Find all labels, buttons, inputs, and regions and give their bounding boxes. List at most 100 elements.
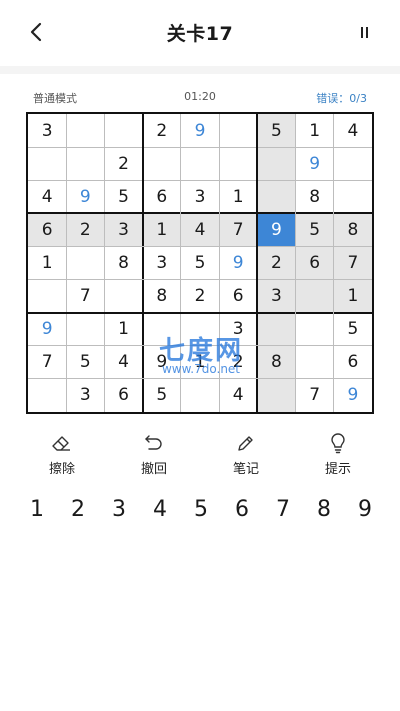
sudoku-cell-r7c8[interactable] — [296, 313, 334, 346]
number-button-4[interactable]: 4 — [140, 492, 180, 526]
sudoku-cell-r7c2[interactable] — [66, 313, 104, 346]
sudoku-cell-r7c7[interactable] — [257, 312, 296, 346]
sudoku-cell-r4c6[interactable]: 7 — [219, 213, 258, 247]
sudoku-cell-r8c6[interactable]: 2 — [219, 346, 257, 379]
sudoku-cell-r3c1[interactable]: 4 — [28, 180, 66, 213]
sudoku-cell-r5c8[interactable]: 6 — [295, 246, 334, 280]
sudoku-cell-r1c8[interactable]: 1 — [296, 114, 334, 147]
sudoku-cell-r4c5[interactable]: 4 — [180, 213, 220, 247]
sudoku-cell-r9c9[interactable]: 9 — [334, 379, 372, 412]
number-button-7[interactable]: 7 — [263, 492, 303, 526]
sudoku-cell-r8c9[interactable]: 6 — [334, 346, 372, 379]
number-button-1[interactable]: 1 — [17, 492, 57, 526]
sudoku-cell-r8c2[interactable]: 5 — [66, 346, 104, 379]
sudoku-cell-r9c3[interactable]: 6 — [104, 379, 142, 412]
notes-button[interactable]: 笔记 — [216, 432, 276, 480]
sudoku-cell-r2c9[interactable] — [334, 147, 372, 180]
sudoku-cell-r2c7[interactable] — [257, 147, 296, 181]
sudoku-cell-r9c5[interactable] — [181, 379, 219, 412]
undo-button[interactable]: 撤回 — [124, 432, 184, 480]
sudoku-cell-r5c4[interactable]: 3 — [143, 246, 181, 279]
sudoku-cell-r4c3[interactable]: 3 — [104, 213, 143, 247]
sudoku-cell-r6c3[interactable] — [104, 280, 142, 313]
lightbulb-icon — [327, 432, 349, 454]
number-button-6[interactable]: 6 — [222, 492, 262, 526]
sudoku-cell-r6c8[interactable] — [295, 279, 334, 313]
sudoku-cell-r5c5[interactable]: 5 — [181, 246, 219, 279]
number-button-2[interactable]: 2 — [58, 492, 98, 526]
sudoku-cell-r6c5[interactable]: 2 — [181, 280, 219, 313]
sudoku-cell-r2c2[interactable] — [66, 147, 104, 180]
sudoku-cell-r1c6[interactable] — [219, 114, 257, 147]
erase-button[interactable]: 擦除 — [32, 432, 92, 480]
sudoku-cell-r2c5[interactable] — [181, 147, 219, 180]
sudoku-cell-r4c9[interactable]: 8 — [333, 213, 372, 247]
pause-button[interactable] — [354, 22, 374, 42]
sudoku-cell-r6c6[interactable]: 6 — [219, 280, 257, 313]
sudoku-cell-r3c3[interactable]: 5 — [104, 180, 142, 213]
sudoku-cell-r8c5[interactable]: 1 — [181, 346, 219, 379]
hint-button[interactable]: 提示 — [308, 432, 368, 480]
sudoku-cell-r4c4[interactable]: 1 — [142, 213, 181, 247]
sudoku-cell-r7c5[interactable] — [181, 313, 219, 346]
sudoku-cell-r1c4[interactable]: 2 — [143, 114, 181, 147]
number-button-5[interactable]: 5 — [181, 492, 221, 526]
top-bar: 关卡17 — [0, 0, 400, 66]
sudoku-cell-r3c5[interactable]: 3 — [181, 180, 219, 213]
sudoku-cell-r1c3[interactable] — [104, 114, 142, 147]
sudoku-cell-r3c7[interactable] — [257, 180, 296, 214]
sudoku-cell-r4c1[interactable]: 6 — [28, 213, 67, 247]
sudoku-cell-r2c6[interactable] — [219, 147, 257, 180]
sudoku-cell-r5c7[interactable]: 2 — [257, 246, 296, 280]
sudoku-cell-r3c8[interactable]: 8 — [296, 180, 334, 213]
sudoku-cell-r3c9[interactable] — [334, 180, 372, 213]
number-button-8[interactable]: 8 — [304, 492, 344, 526]
number-button-9[interactable]: 9 — [345, 492, 385, 526]
sudoku-cell-r1c7[interactable]: 5 — [257, 114, 296, 148]
grid-line-vertical — [295, 114, 297, 412]
sudoku-cell-r1c1[interactable]: 3 — [28, 114, 66, 147]
sudoku-cell-r7c9[interactable]: 5 — [334, 313, 372, 346]
sudoku-cell-r5c6[interactable]: 9 — [219, 246, 257, 279]
sudoku-cell-r2c8[interactable]: 9 — [296, 147, 334, 180]
sudoku-cell-r2c4[interactable] — [143, 147, 181, 180]
sudoku-cell-r6c4[interactable]: 8 — [143, 280, 181, 313]
sudoku-cell-r5c1[interactable]: 1 — [28, 246, 66, 279]
sudoku-cell-r8c4[interactable]: 9 — [143, 346, 181, 379]
sudoku-cell-r4c8[interactable]: 5 — [295, 213, 334, 247]
sudoku-cell-r9c4[interactable]: 5 — [143, 379, 181, 412]
sudoku-cell-r1c2[interactable] — [66, 114, 104, 147]
sudoku-cell-r7c4[interactable] — [143, 313, 181, 346]
sudoku-cell-r9c8[interactable]: 7 — [296, 379, 334, 412]
sudoku-cell-r6c1[interactable] — [28, 280, 66, 313]
sudoku-cell-r6c2[interactable]: 7 — [66, 280, 104, 313]
sudoku-cell-r8c7[interactable]: 8 — [257, 345, 296, 379]
sudoku-cell-r5c2[interactable] — [66, 246, 104, 279]
number-button-3[interactable]: 3 — [99, 492, 139, 526]
page-title: 关卡17 — [166, 23, 234, 45]
sudoku-cell-r9c2[interactable]: 3 — [66, 379, 104, 412]
sudoku-cell-r9c7[interactable] — [257, 378, 296, 412]
undo-label: 撤回 — [140, 462, 167, 477]
sudoku-cell-r3c6[interactable]: 1 — [219, 180, 257, 213]
sudoku-cell-r4c2[interactable]: 2 — [66, 213, 105, 247]
sudoku-cell-r3c4[interactable]: 6 — [143, 180, 181, 213]
sudoku-cell-r5c3[interactable]: 8 — [104, 246, 142, 279]
sudoku-cell-r3c2[interactable]: 9 — [66, 180, 104, 213]
sudoku-cell-r1c5[interactable]: 9 — [181, 114, 219, 147]
sudoku-cell-r6c9[interactable]: 1 — [333, 279, 372, 313]
sudoku-cell-r8c3[interactable]: 4 — [104, 346, 142, 379]
sudoku-cell-r8c8[interactable] — [296, 346, 334, 379]
sudoku-cell-r4c7[interactable]: 9 — [257, 213, 296, 247]
sudoku-cell-r7c1[interactable]: 9 — [28, 313, 66, 346]
sudoku-cell-r5c9[interactable]: 7 — [333, 246, 372, 280]
sudoku-cell-r7c6[interactable]: 3 — [219, 313, 257, 346]
sudoku-cell-r2c1[interactable] — [28, 147, 66, 180]
sudoku-cell-r9c6[interactable]: 4 — [219, 379, 257, 412]
sudoku-cell-r6c7[interactable]: 3 — [257, 279, 296, 313]
sudoku-cell-r2c3[interactable]: 2 — [104, 147, 142, 180]
sudoku-cell-r1c9[interactable]: 4 — [334, 114, 372, 147]
sudoku-cell-r9c1[interactable] — [28, 379, 66, 412]
sudoku-cell-r8c1[interactable]: 7 — [28, 346, 66, 379]
sudoku-cell-r7c3[interactable]: 1 — [104, 313, 142, 346]
